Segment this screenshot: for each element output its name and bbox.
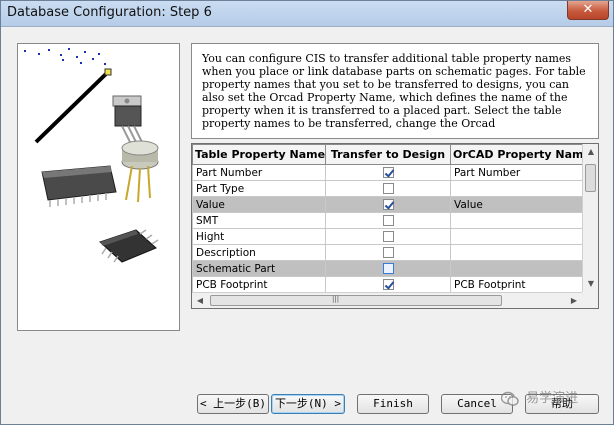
scrollbar-corner <box>582 292 598 308</box>
transfer-checkbox[interactable] <box>382 231 394 242</box>
wizard-illustration <box>17 43 180 331</box>
scroll-down-arrow-icon[interactable]: ▼ <box>583 276 598 292</box>
table-row[interactable]: Description <box>192 244 583 261</box>
column-header-transfer-to-design[interactable]: Transfer to Design <box>325 144 451 165</box>
orcad-property-name-cell[interactable] <box>450 180 583 197</box>
orcad-property-name-cell[interactable] <box>450 228 583 245</box>
orcad-property-name-cell[interactable]: PCB Footprint <box>450 276 583 293</box>
transfer-to-design-cell <box>325 260 451 277</box>
orcad-property-name-cell[interactable]: Value <box>450 196 583 213</box>
transfer-to-design-cell <box>325 244 451 261</box>
scroll-grip-icon: ||| <box>332 295 340 303</box>
watermark-text: 易学演进 <box>526 391 579 406</box>
transfer-to-design-cell <box>325 180 451 197</box>
description-panel: You can configure CIS to transfer additi… <box>191 43 599 139</box>
table-property-name-cell[interactable]: Value <box>192 196 326 213</box>
transfer-to-design-cell <box>325 276 451 293</box>
orcad-property-name-cell[interactable]: Part Number <box>450 164 583 181</box>
column-header-orcad-property-name[interactable]: OrCAD Property Name <box>450 144 583 165</box>
vertical-scroll-thumb[interactable] <box>585 164 596 192</box>
watermark: 易学演进 <box>501 388 578 410</box>
back-button[interactable]: < 上一步(B) <box>197 394 269 414</box>
orcad-property-name-cell[interactable] <box>450 212 583 229</box>
database-configuration-dialog: Database Configuration: Step 6 ✕ You can… <box>0 0 614 425</box>
table-row[interactable]: PCB Footprint PCB Footprint <box>192 276 583 293</box>
transfer-checkbox[interactable] <box>382 263 394 274</box>
transfer-checkbox[interactable] <box>382 279 394 290</box>
window-title: Database Configuration: Step 6 <box>7 5 212 20</box>
property-grid[interactable]: Table Property Name Transfer to Design O… <box>191 143 599 309</box>
table-property-name-cell[interactable]: Part Number <box>192 164 326 181</box>
transfer-to-design-cell <box>325 228 451 245</box>
wechat-icon <box>501 391 519 406</box>
table-property-name-cell[interactable]: Part Type <box>192 180 326 197</box>
scroll-up-arrow-icon[interactable]: ▲ <box>583 144 598 160</box>
transfer-checkbox[interactable] <box>382 199 394 210</box>
title-bar[interactable]: Database Configuration: Step 6 ✕ <box>1 1 613 27</box>
description-text: You can configure CIS to transfer additi… <box>202 52 586 130</box>
scroll-right-arrow-icon[interactable]: ▶ <box>566 293 582 308</box>
table-property-name-cell[interactable]: SMT <box>192 212 326 229</box>
table-property-name-cell[interactable]: PCB Footprint <box>192 276 326 293</box>
transfer-to-design-cell <box>325 164 451 181</box>
orcad-property-name-cell[interactable] <box>450 244 583 261</box>
table-row[interactable]: Value Value <box>192 196 583 213</box>
scroll-left-arrow-icon[interactable]: ◀ <box>192 293 208 308</box>
table-row[interactable]: Hight <box>192 228 583 245</box>
next-button[interactable]: 下一步(N) > <box>271 394 345 414</box>
table-property-name-cell[interactable]: Hight <box>192 228 326 245</box>
table-row[interactable]: Part Number Part Number <box>192 164 583 181</box>
orcad-property-name-cell[interactable] <box>450 260 583 277</box>
close-button[interactable]: ✕ <box>567 1 609 20</box>
table-property-name-cell[interactable]: Description <box>192 244 326 261</box>
transfer-checkbox[interactable] <box>382 167 394 178</box>
transfer-checkbox[interactable] <box>382 247 394 258</box>
table-row[interactable]: SMT <box>192 212 583 229</box>
electronic-parts-illustration <box>24 48 159 263</box>
table-row[interactable]: Schematic Part <box>192 260 583 277</box>
finish-button[interactable]: Finish <box>357 394 429 414</box>
horizontal-scroll-thumb[interactable] <box>210 295 502 306</box>
vertical-scrollbar[interactable]: ▲ ▼ <box>582 144 598 292</box>
table-property-name-cell[interactable]: Schematic Part <box>192 260 326 277</box>
property-table: Table Property Name Transfer to Design O… <box>192 144 583 293</box>
table-row[interactable]: Part Type <box>192 180 583 197</box>
column-header-table-property-name[interactable]: Table Property Name <box>192 144 326 165</box>
close-icon: ✕ <box>582 2 594 17</box>
grid-header-row: Table Property Name Transfer to Design O… <box>192 144 583 165</box>
transfer-to-design-cell <box>325 196 451 213</box>
transfer-checkbox[interactable] <box>382 183 394 194</box>
transfer-to-design-cell <box>325 212 451 229</box>
horizontal-scrollbar[interactable]: ◀ ||| ▶ <box>192 292 582 308</box>
transfer-checkbox[interactable] <box>382 215 394 226</box>
